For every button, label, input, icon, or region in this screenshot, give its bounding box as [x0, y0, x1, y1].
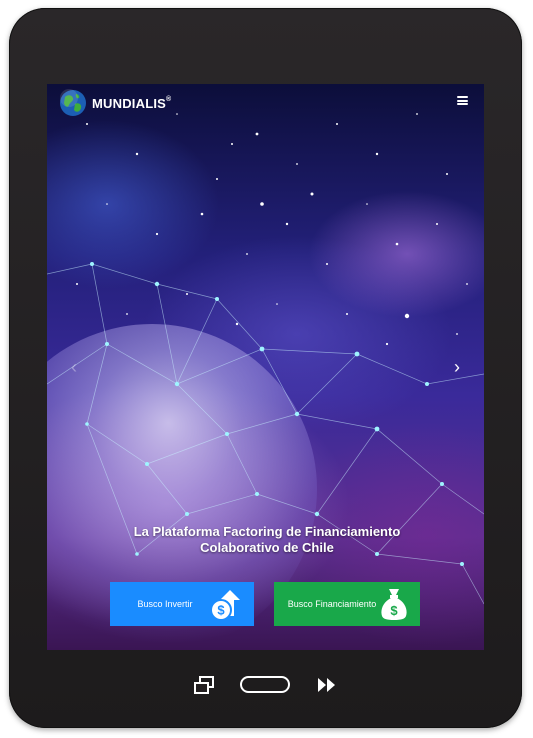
tagline-line-2: Colaborativo de Chile: [200, 540, 334, 555]
svg-text:$: $: [390, 603, 398, 618]
fast-forward-icon[interactable]: [316, 677, 338, 693]
network-lines: [47, 262, 484, 605]
home-button-icon[interactable]: [240, 676, 290, 693]
svg-text:$: $: [217, 603, 225, 618]
busco-invertir-label: Busco Invertir: [137, 599, 193, 609]
busco-financiamiento-label: Busco Financiamiento: [287, 599, 377, 609]
busco-financiamiento-button[interactable]: Busco Financiamiento $: [274, 582, 420, 626]
brand-name: MUNDIALIS®: [92, 95, 172, 111]
busco-invertir-button[interactable]: Busco Invertir $: [110, 582, 254, 626]
hamburger-menu-icon[interactable]: [457, 96, 468, 105]
hero-tagline: La Plataforma Factoring de Financiamient…: [87, 524, 447, 556]
chevron-left-icon[interactable]: ‹: [71, 358, 77, 376]
tagline-line-1: La Plataforma Factoring de Financiamient…: [133, 524, 401, 539]
recent-apps-icon[interactable]: [193, 675, 215, 695]
dollar-coin-up-arrow-icon: $: [210, 590, 240, 621]
globe-icon: [60, 89, 86, 116]
device-navigation-bar: [0, 660, 533, 710]
chevron-right-icon[interactable]: ›: [454, 358, 460, 376]
device-screen: MUNDIALIS® ‹ › La Plataforma Factoring d…: [47, 84, 484, 650]
money-bag-icon: $: [381, 589, 407, 620]
brand-logo[interactable]: MUNDIALIS®: [59, 89, 171, 117]
